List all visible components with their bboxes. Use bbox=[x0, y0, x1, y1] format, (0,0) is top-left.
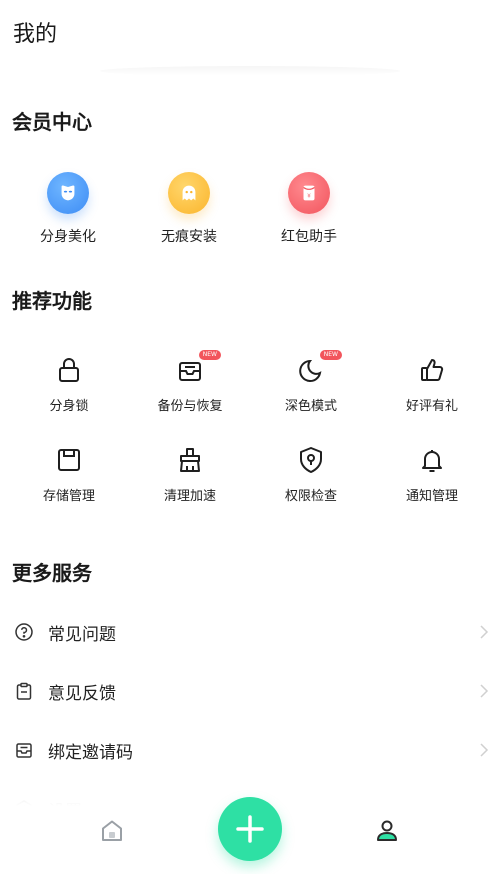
member-item-label: 分身美化 bbox=[40, 229, 96, 245]
feature-permission-check[interactable]: 权限检查 bbox=[251, 445, 371, 504]
red-envelope-icon: ¥ bbox=[288, 172, 330, 214]
home-icon[interactable] bbox=[99, 818, 125, 844]
question-icon bbox=[14, 622, 34, 642]
service-row-feedback[interactable]: 意见反馈 bbox=[0, 671, 499, 711]
member-item-avatar-beautify[interactable]: 分身美化 bbox=[13, 170, 123, 246]
inbox-icon bbox=[14, 740, 34, 760]
feature-label: 好评有礼 bbox=[405, 399, 458, 414]
broom-icon bbox=[175, 445, 205, 475]
thumbs-up-icon bbox=[417, 355, 447, 385]
plus-icon bbox=[236, 815, 264, 843]
section-title-recommended: 推荐功能 bbox=[12, 289, 92, 313]
member-item-red-envelope[interactable]: ¥ 红包助手 bbox=[254, 170, 364, 246]
section-title-member-center: 会员中心 bbox=[12, 110, 92, 134]
member-item-label: 红包助手 bbox=[281, 229, 337, 245]
bell-icon bbox=[417, 445, 447, 475]
feature-label: 权限检查 bbox=[284, 489, 337, 504]
feature-dark-mode[interactable]: NEW 深色模式 bbox=[251, 350, 371, 414]
chevron-right-icon bbox=[480, 684, 489, 698]
feature-label: 深色模式 bbox=[284, 399, 337, 414]
moon-icon: NEW bbox=[296, 350, 342, 385]
service-label: 意见反馈 bbox=[48, 683, 116, 704]
mask-icon bbox=[47, 172, 89, 214]
feature-clean-boost[interactable]: 清理加速 bbox=[130, 445, 250, 504]
add-button[interactable] bbox=[218, 797, 282, 861]
bottom-nav bbox=[0, 794, 499, 874]
shield-icon bbox=[296, 445, 326, 475]
new-badge: NEW bbox=[198, 350, 221, 360]
feature-rate-reward[interactable]: 好评有礼 bbox=[372, 355, 492, 414]
service-row-faq[interactable]: 常见问题 bbox=[0, 612, 499, 652]
feature-backup-restore[interactable]: NEW 备份与恢复 bbox=[130, 350, 250, 414]
chevron-right-icon bbox=[480, 625, 489, 639]
feature-clone-lock[interactable]: 分身锁 bbox=[9, 355, 129, 414]
feature-label: 清理加速 bbox=[163, 489, 216, 504]
service-label: 绑定邀请码 bbox=[48, 742, 133, 763]
feature-label: 分身锁 bbox=[49, 399, 89, 414]
member-item-label: 无痕安装 bbox=[161, 229, 217, 245]
section-title-more-services: 更多服务 bbox=[12, 561, 92, 585]
header-divider bbox=[100, 66, 400, 76]
feature-label: 备份与恢复 bbox=[157, 399, 223, 414]
feature-notification-management[interactable]: 通知管理 bbox=[372, 445, 492, 504]
clipboard-icon bbox=[14, 681, 34, 701]
page-title: 我的 bbox=[13, 22, 58, 47]
feature-storage-management[interactable]: 存储管理 bbox=[9, 445, 129, 504]
member-item-trace-free-install[interactable]: 无痕安装 bbox=[134, 170, 244, 246]
lock-icon bbox=[54, 355, 84, 385]
feature-label: 存储管理 bbox=[42, 489, 95, 504]
service-label: 常见问题 bbox=[48, 624, 116, 645]
service-row-bind-invite-code[interactable]: 绑定邀请码 bbox=[0, 730, 499, 770]
inbox-icon: NEW bbox=[175, 350, 221, 385]
ghost-icon bbox=[168, 172, 210, 214]
new-badge: NEW bbox=[319, 350, 342, 360]
svg-text:¥: ¥ bbox=[307, 194, 311, 200]
user-icon[interactable] bbox=[374, 818, 400, 844]
storage-icon bbox=[54, 445, 84, 475]
chevron-right-icon bbox=[480, 743, 489, 757]
feature-label: 通知管理 bbox=[405, 489, 458, 504]
